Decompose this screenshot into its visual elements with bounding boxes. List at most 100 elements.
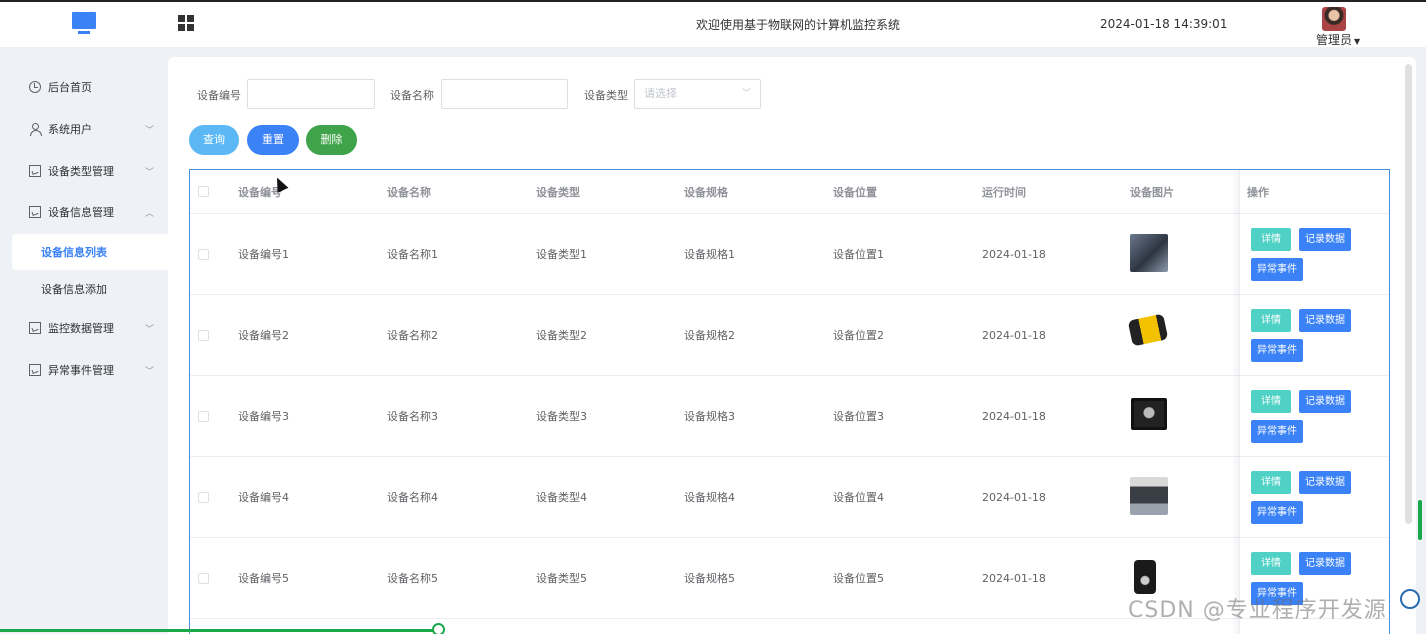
cell-location: 设备位置4 — [833, 491, 884, 504]
device-type-label: 设备类型 — [584, 89, 628, 102]
progress-knob[interactable] — [432, 623, 445, 634]
table-row: 设备编号4 设备名称4 设备类型4 设备规格4 设备位置4 2024-01-18… — [190, 457, 1389, 538]
row-checkbox[interactable] — [198, 411, 209, 422]
cell-spec: 设备规格4 — [684, 491, 735, 504]
cell-type: 设备类型3 — [536, 410, 587, 423]
sidebar-item-users[interactable]: 系统用户 ﹀ — [12, 109, 168, 149]
help-icon[interactable] — [1400, 589, 1420, 609]
sidebar-item-device-info[interactable]: 设备信息管理 ︿ — [12, 192, 168, 232]
user-menu[interactable]: 管理员 ▼ — [1316, 31, 1360, 48]
sidebar-item-device-types[interactable]: 设备类型管理 ﹀ — [12, 151, 168, 191]
cell-name: 设备名称2 — [387, 329, 438, 342]
cell-type: 设备类型4 — [536, 491, 587, 504]
cell-code: 设备编号3 — [238, 410, 289, 423]
device-image[interactable] — [1130, 234, 1168, 272]
select-all-checkbox[interactable] — [198, 186, 209, 197]
sidebar-subitem-device-add[interactable]: 设备信息添加 — [12, 271, 168, 307]
cell-spec: 设备规格3 — [684, 410, 735, 423]
device-table: 设备编号 设备名称 设备类型 设备规格 设备位置 运行时间 设备图片 操作 设备… — [189, 169, 1390, 634]
cell-spec: 设备规格5 — [684, 572, 735, 585]
column-header[interactable]: 设备规格 — [684, 170, 728, 213]
table-row: 设备编号1 设备名称1 设备类型1 设备规格1 设备位置1 2024-01-18… — [190, 214, 1389, 295]
table-header: 设备编号 设备名称 设备类型 设备规格 设备位置 运行时间 设备图片 操作 — [190, 170, 1389, 214]
cell-type: 设备类型5 — [536, 572, 587, 585]
avatar[interactable] — [1322, 7, 1346, 31]
device-image[interactable] — [1127, 313, 1169, 347]
sidebar-item-exceptions[interactable]: 异常事件管理 ﹀ — [12, 350, 168, 390]
sidebar-item-label: 系统用户 — [48, 123, 92, 136]
reset-button[interactable]: 重置 — [247, 125, 299, 155]
column-header[interactable]: 设备名称 — [387, 170, 431, 213]
cell-time: 2024-01-18 — [982, 571, 1046, 585]
device-name-input[interactable] — [441, 79, 568, 109]
device-image[interactable] — [1130, 477, 1168, 515]
row-checkbox[interactable] — [198, 492, 209, 503]
user-name: 管理员 — [1316, 33, 1353, 47]
cell-spec: 设备规格1 — [684, 248, 735, 261]
cell-type: 设备类型1 — [536, 248, 587, 261]
column-header: 设备图片 — [1130, 185, 1174, 199]
chevron-up-icon: ︿ — [144, 209, 154, 219]
chart-icon — [29, 322, 41, 334]
select-placeholder: 请选择 — [644, 87, 677, 100]
chart-icon — [29, 364, 41, 376]
column-header[interactable]: 设备编号 — [238, 170, 282, 213]
sidebar-item-label: 监控数据管理 — [48, 322, 114, 335]
grid-icon[interactable] — [178, 15, 194, 31]
cell-time: 2024-01-18 — [982, 490, 1046, 504]
table-row: 设备编号2 设备名称2 设备类型2 设备规格2 设备位置2 2024-01-18… — [190, 295, 1389, 376]
top-bar: 欢迎使用基于物联网的计算机监控系统 2024-01-18 14:39:01 管理… — [0, 0, 1426, 47]
cell-time: 2024-01-18 — [982, 409, 1046, 423]
cell-code: 设备编号2 — [238, 329, 289, 342]
operation-column-divider — [1239, 170, 1389, 634]
device-type-select[interactable]: 请选择 ﹀ — [634, 79, 761, 109]
column-header[interactable]: 设备位置 — [833, 170, 877, 213]
datetime: 2024-01-18 14:39:01 — [1100, 17, 1228, 31]
progress-bar — [0, 629, 438, 632]
device-code-input[interactable] — [247, 79, 375, 109]
sidebar-item-home[interactable]: 后台首页 — [12, 67, 168, 107]
cell-location: 设备位置2 — [833, 329, 884, 342]
cell-name: 设备名称1 — [387, 248, 438, 261]
chevron-down-icon: ▼ — [1354, 37, 1361, 46]
chevron-down-icon: ﹀ — [144, 168, 154, 178]
sidebar-subitem-device-list[interactable]: 设备信息列表 — [12, 234, 168, 270]
side-indicator — [1418, 500, 1422, 540]
sidebar-item-label: 设备信息管理 — [48, 206, 114, 219]
chevron-down-icon: ﹀ — [144, 325, 154, 335]
device-image[interactable] — [1134, 560, 1156, 594]
cell-name: 设备名称5 — [387, 572, 438, 585]
column-header[interactable]: 运行时间 — [982, 170, 1026, 213]
chart-icon — [29, 165, 41, 177]
cell-spec: 设备规格2 — [684, 329, 735, 342]
search-button[interactable]: 查询 — [189, 125, 239, 155]
cell-location: 设备位置3 — [833, 410, 884, 423]
sidebar: 后台首页 系统用户 ﹀ 设备类型管理 ﹀ 设备信息管理 ︿ 设备信息列表 设备信… — [0, 47, 168, 634]
row-checkbox[interactable] — [198, 249, 209, 260]
cell-location: 设备位置5 — [833, 572, 884, 585]
cell-name: 设备名称4 — [387, 491, 438, 504]
row-checkbox[interactable] — [198, 573, 209, 584]
user-icon — [29, 123, 42, 136]
cell-code: 设备编号4 — [238, 491, 289, 504]
sidebar-item-label: 后台首页 — [48, 81, 92, 94]
row-checkbox[interactable] — [198, 330, 209, 341]
column-header[interactable]: 设备类型 — [536, 170, 580, 213]
cell-time: 2024-01-18 — [982, 247, 1046, 261]
clock-icon — [29, 81, 41, 93]
cell-code: 设备编号5 — [238, 572, 289, 585]
chevron-down-icon: ﹀ — [144, 367, 154, 377]
table-row: 设备编号5 设备名称5 设备类型5 设备规格5 设备位置5 2024-01-18… — [190, 538, 1389, 619]
device-image[interactable] — [1131, 398, 1167, 430]
scrollbar-thumb[interactable] — [1405, 64, 1412, 524]
cell-code: 设备编号1 — [238, 248, 289, 261]
main-panel: 设备编号 设备名称 设备类型 请选择 ﹀ 查询 重置 删除 设备编号 设备名称 … — [168, 57, 1416, 634]
sidebar-item-label: 异常事件管理 — [48, 364, 114, 377]
chevron-down-icon: ﹀ — [144, 126, 154, 136]
delete-button[interactable]: 删除 — [306, 125, 357, 155]
table-row: 设备编号3 设备名称3 设备类型3 设备规格3 设备位置3 2024-01-18… — [190, 376, 1389, 457]
sidebar-item-label: 设备类型管理 — [48, 165, 114, 178]
cell-name: 设备名称3 — [387, 410, 438, 423]
monitor-icon — [72, 12, 96, 36]
sidebar-item-monitor-data[interactable]: 监控数据管理 ﹀ — [12, 308, 168, 348]
